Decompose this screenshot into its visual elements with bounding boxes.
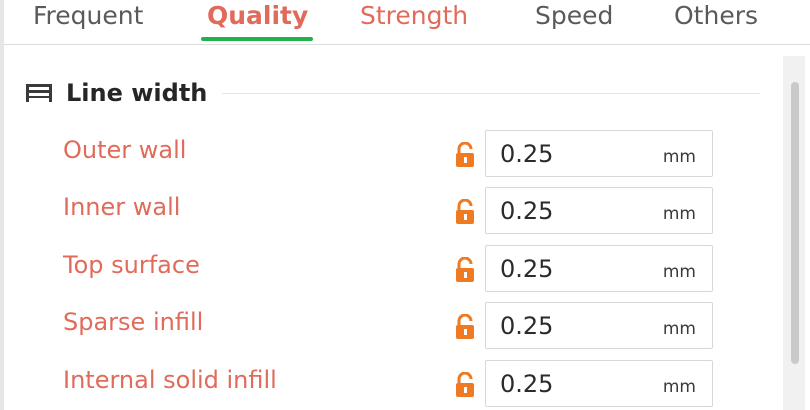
unit-label: mm	[662, 204, 696, 224]
setting-value-field[interactable]: mm	[485, 302, 713, 349]
value-input[interactable]	[500, 311, 640, 341]
section-title: Line width	[66, 79, 208, 107]
section-header: Line width	[24, 76, 207, 110]
setting-row-sparse-infill: Sparse infill mm	[0, 302, 780, 352]
unlocked-padlock-icon[interactable]	[454, 372, 476, 398]
tab-frequent[interactable]: Frequent	[33, 0, 143, 36]
value-input[interactable]	[500, 139, 640, 169]
unit-label: mm	[662, 262, 696, 282]
value-input[interactable]	[500, 196, 640, 226]
setting-value-field[interactable]: mm	[485, 245, 713, 292]
setting-label: Outer wall	[63, 136, 187, 164]
tab-strength[interactable]: Strength	[360, 0, 468, 36]
tab-bar: Frequent Quality Strength Speed Others	[0, 0, 810, 410]
setting-row-internal-solid-infill: Internal solid infill mm	[0, 360, 780, 410]
unlocked-padlock-icon[interactable]	[454, 257, 476, 283]
value-input[interactable]	[500, 254, 640, 284]
setting-value-field[interactable]: mm	[485, 187, 713, 234]
line-width-icon	[24, 82, 54, 104]
tab-speed[interactable]: Speed	[535, 0, 613, 36]
section-divider	[222, 93, 760, 94]
setting-row-top-surface: Top surface mm	[0, 245, 780, 295]
scrollbar-thumb[interactable]	[791, 82, 799, 364]
unlocked-padlock-icon[interactable]	[454, 199, 476, 225]
tab-others[interactable]: Others	[674, 0, 758, 36]
unlocked-padlock-icon[interactable]	[454, 142, 476, 168]
setting-row-outer-wall: Outer wall mm	[0, 130, 780, 180]
setting-value-field[interactable]: mm	[485, 360, 713, 407]
active-tab-indicator	[201, 37, 313, 41]
setting-label: Top surface	[63, 251, 200, 279]
unit-label: mm	[662, 319, 696, 339]
setting-label: Internal solid infill	[63, 366, 277, 394]
tab-quality[interactable]: Quality	[207, 0, 308, 36]
setting-value-field[interactable]: mm	[485, 130, 713, 177]
setting-label: Inner wall	[63, 193, 181, 221]
unit-label: mm	[662, 377, 696, 397]
setting-row-inner-wall: Inner wall mm	[0, 187, 780, 237]
setting-label: Sparse infill	[63, 308, 204, 336]
unlocked-padlock-icon[interactable]	[454, 314, 476, 340]
unit-label: mm	[662, 147, 696, 167]
value-input[interactable]	[500, 369, 640, 399]
